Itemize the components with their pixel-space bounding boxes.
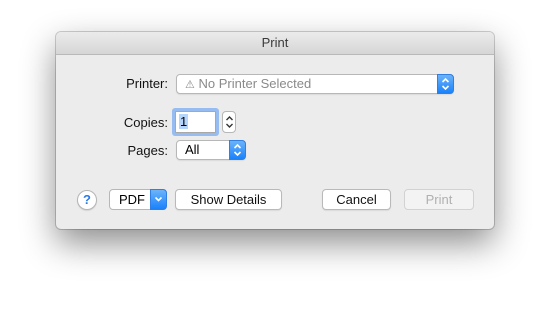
warning-icon: ⚠ (185, 79, 195, 91)
copies-field[interactable]: 1 (175, 111, 216, 133)
pdf-label: PDF (119, 192, 145, 207)
printer-label: Printer: (126, 76, 168, 91)
chevron-updown-icon (229, 140, 246, 160)
printer-select[interactable]: ⚠ No Printer Selected (176, 74, 454, 94)
pages-selected-value: All (185, 142, 200, 157)
print-dialog: Print Printer: ⚠ No Printer Selected Cop… (56, 32, 494, 229)
stepper-arrows-icon (226, 116, 233, 128)
chevron-updown-icon (437, 74, 454, 94)
help-button[interactable]: ? (77, 190, 97, 210)
pages-label: Pages: (127, 143, 168, 158)
pdf-menu-button[interactable]: PDF (109, 189, 167, 210)
pages-select[interactable]: All (176, 140, 246, 160)
print-button[interactable]: Print (404, 189, 474, 210)
show-details-button[interactable]: Show Details (175, 189, 282, 210)
copies-label: Copies: (123, 115, 168, 130)
cancel-button[interactable]: Cancel (322, 189, 391, 210)
chevron-down-icon (150, 189, 167, 210)
printer-selected-value: No Printer Selected (198, 76, 312, 91)
copies-value: 1 (179, 114, 189, 129)
window-title: Print (56, 32, 494, 55)
copies-stepper[interactable] (222, 111, 236, 133)
